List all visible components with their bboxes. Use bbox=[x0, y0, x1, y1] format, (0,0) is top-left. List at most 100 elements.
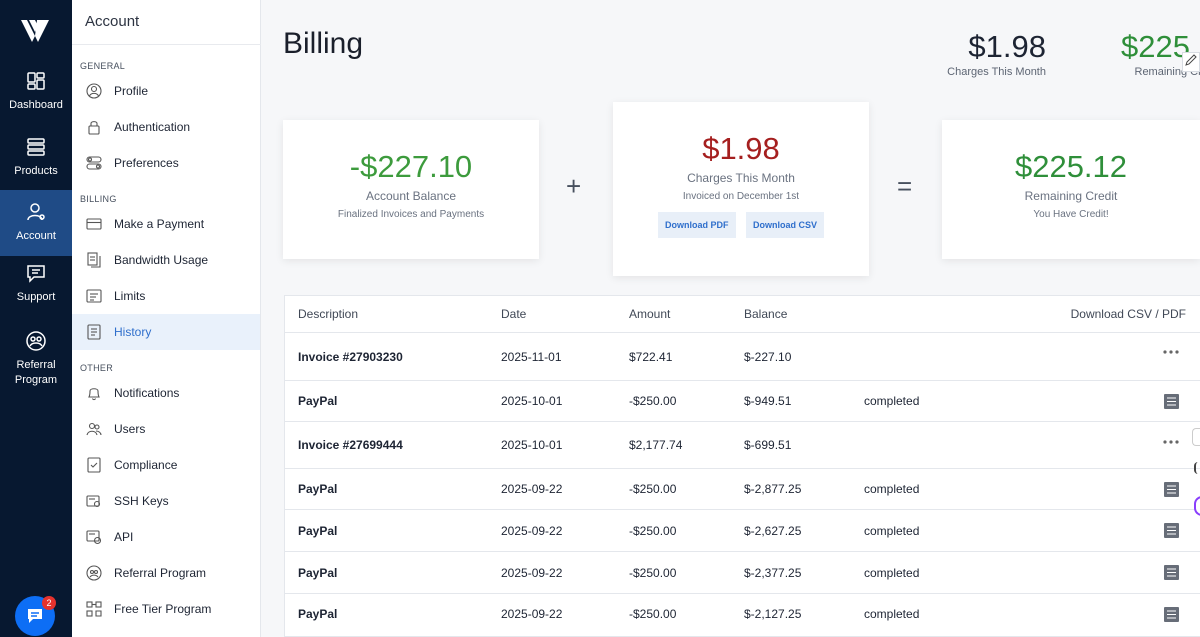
row-date: 2025-11-01 bbox=[501, 349, 562, 364]
nav-authentication[interactable]: Authentication bbox=[72, 109, 260, 145]
col-description: Description bbox=[298, 307, 359, 321]
nav-preferences-label: Preferences bbox=[114, 156, 179, 170]
rail-referral-label-line1: Referral bbox=[16, 359, 56, 371]
row-status: completed bbox=[864, 607, 920, 621]
subnav-title: Account bbox=[85, 13, 140, 30]
row-amount: $722.41 bbox=[629, 349, 673, 364]
nav-profile[interactable]: Profile bbox=[72, 73, 260, 109]
users-icon bbox=[86, 422, 102, 436]
nav-notifications[interactable]: Notifications bbox=[72, 375, 260, 411]
receipt-icon bbox=[1164, 523, 1179, 538]
account-icon bbox=[27, 203, 45, 221]
row-status: completed bbox=[864, 482, 920, 496]
plus-sign: + bbox=[566, 171, 582, 201]
table-row: Invoice #27903230 2025-11-01 $722.41 $-2… bbox=[285, 332, 1200, 380]
main-content: Billing $1.98 Charges This Month $225.12… bbox=[261, 0, 1200, 637]
remaining-credit-sub: You Have Credit! bbox=[1033, 209, 1109, 220]
charges-amount: $1.98 bbox=[702, 131, 780, 166]
receipt-button[interactable] bbox=[1164, 552, 1179, 593]
nav-users[interactable]: Users bbox=[72, 411, 260, 447]
dashboard-icon bbox=[27, 72, 45, 90]
row-balance: $-2,877.25 bbox=[744, 482, 802, 496]
row-description[interactable]: Invoice #27699444 bbox=[298, 422, 403, 468]
nav-limits-label: Limits bbox=[114, 289, 146, 303]
toggles-icon bbox=[86, 156, 102, 170]
support-icon bbox=[27, 265, 45, 283]
row-date: 2025-09-22 bbox=[501, 482, 563, 496]
remaining-credit-amount: $225.12 bbox=[1014, 149, 1128, 184]
referral-icon bbox=[26, 331, 46, 351]
receipt-button[interactable] bbox=[1164, 381, 1179, 421]
nav-compliance[interactable]: Compliance bbox=[72, 447, 260, 483]
receipt-button[interactable] bbox=[1164, 469, 1179, 509]
header-charges-label: Charges This Month bbox=[947, 66, 1046, 78]
receipt-button[interactable] bbox=[1164, 594, 1179, 634]
col-amount: Amount bbox=[629, 307, 671, 321]
section-other: OTHER bbox=[80, 363, 113, 373]
edge-assistant-icon[interactable] bbox=[1194, 496, 1200, 516]
nav-api[interactable]: API bbox=[72, 519, 260, 555]
bell-icon bbox=[88, 388, 100, 401]
history-icon bbox=[87, 324, 101, 340]
rail-support[interactable]: Support bbox=[0, 262, 72, 326]
profile-icon bbox=[86, 83, 102, 99]
chat-icon bbox=[28, 609, 42, 623]
table-row: Invoice #27699444 2025-10-01 $2,177.74 $… bbox=[285, 421, 1200, 468]
nav-referral-program[interactable]: Referral Program bbox=[72, 555, 260, 591]
charges-label: Charges This Month bbox=[687, 171, 795, 185]
row-balance: $-699.51 bbox=[744, 438, 792, 452]
table-row: PayPal 2025-09-22 -$250.00 $-2,627.25 co… bbox=[285, 509, 1200, 551]
row-balance: $-2,127.25 bbox=[744, 607, 802, 621]
edge-toolbar-icon[interactable] bbox=[1192, 428, 1200, 446]
nav-free-tier-program[interactable]: Free Tier Program bbox=[72, 591, 260, 627]
section-general: GENERAL bbox=[80, 61, 126, 71]
rail-referral[interactable]: Referral Program bbox=[0, 330, 72, 390]
row-date: 2025-10-01 bbox=[501, 394, 563, 408]
rail-dashboard-label: Dashboard bbox=[9, 99, 63, 111]
row-balance: $-2,377.25 bbox=[744, 565, 802, 580]
nav-free-tier-program-label: Free Tier Program bbox=[114, 602, 212, 616]
row-date: 2025-09-22 bbox=[501, 565, 563, 580]
remaining-credit-label: Remaining Credit bbox=[1024, 189, 1118, 203]
row-amount: -$250.00 bbox=[629, 523, 677, 538]
vultr-logo-icon[interactable] bbox=[21, 18, 49, 44]
account-balance-label: Account Balance bbox=[365, 189, 457, 203]
nav-preferences[interactable]: Preferences bbox=[72, 145, 260, 181]
more-options-icon bbox=[1163, 440, 1179, 444]
nav-authentication-label: Authentication bbox=[114, 120, 191, 134]
pencil-icon bbox=[1185, 54, 1197, 66]
equals-sign: = bbox=[897, 171, 913, 201]
more-options-button[interactable] bbox=[1163, 419, 1179, 465]
rail-account[interactable]: Account bbox=[0, 190, 72, 256]
nav-ssh-keys-label: SSH Keys bbox=[114, 494, 169, 508]
col-balance: Balance bbox=[744, 307, 788, 321]
products-icon bbox=[27, 138, 45, 156]
col-date: Date bbox=[501, 307, 527, 321]
nav-limits[interactable]: Limits bbox=[72, 278, 260, 314]
download-pdf-button[interactable]: Download PDF bbox=[658, 212, 736, 238]
nav-ssh-keys[interactable]: SSH Keys bbox=[72, 483, 260, 519]
edge-toolbar-icon[interactable] bbox=[1194, 462, 1200, 474]
edit-icon[interactable] bbox=[1182, 52, 1200, 72]
row-balance: $-949.51 bbox=[744, 394, 792, 408]
nav-users-label: Users bbox=[114, 422, 146, 436]
main-rail: Dashboard Products Account Support Refer bbox=[0, 0, 72, 637]
row-amount: -$250.00 bbox=[629, 565, 677, 580]
row-status: completed bbox=[864, 565, 920, 580]
nav-history[interactable]: History bbox=[72, 314, 260, 350]
row-date: 2025-09-22 bbox=[501, 607, 563, 621]
row-balance: $-227.10 bbox=[744, 349, 792, 364]
api-icon bbox=[86, 530, 102, 545]
nav-make-a-payment-label: Make a Payment bbox=[114, 217, 205, 231]
download-csv-button[interactable]: Download CSV bbox=[745, 212, 824, 238]
account-balance-card: -$227.10 Account Balance Finalized Invoi… bbox=[283, 120, 539, 259]
row-amount: -$250.00 bbox=[629, 394, 677, 408]
rail-dashboard[interactable]: Dashboard bbox=[0, 70, 72, 134]
nav-make-a-payment[interactable]: Make a Payment bbox=[72, 206, 260, 242]
nav-bandwidth-usage[interactable]: Bandwidth Usage bbox=[72, 242, 260, 278]
more-options-button[interactable] bbox=[1163, 328, 1179, 375]
nav-profile-label: Profile bbox=[114, 84, 149, 98]
charges-card: $1.98 Charges This Month Invoiced on Dec… bbox=[613, 102, 869, 276]
receipt-button[interactable] bbox=[1164, 510, 1179, 551]
row-description[interactable]: Invoice #27903230 bbox=[298, 333, 403, 380]
